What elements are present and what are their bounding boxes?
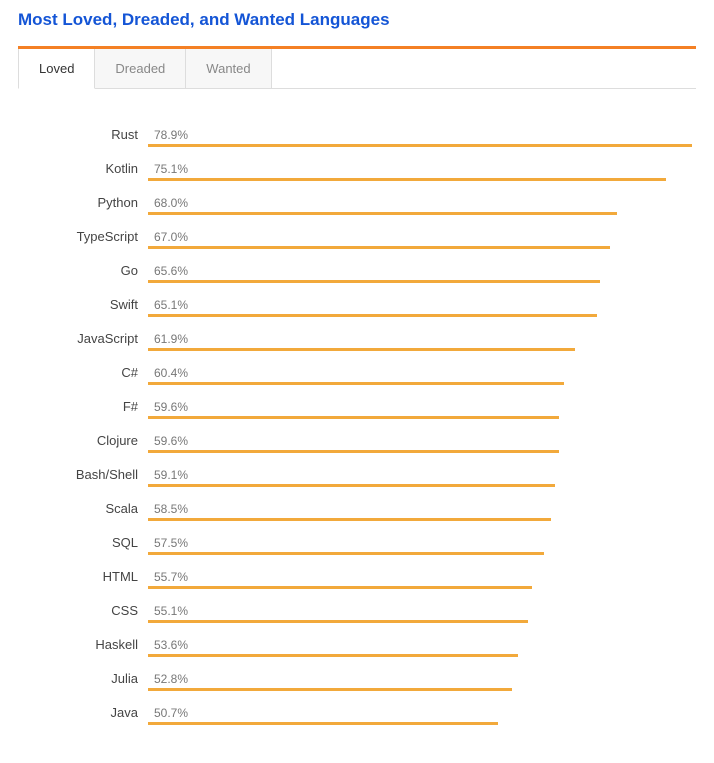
- chart-row-label: HTML: [13, 569, 138, 585]
- chart-value-label: 55.1%: [148, 603, 692, 619]
- chart-row: CSS55.1%: [148, 603, 692, 623]
- chart-row-label: Bash/Shell: [13, 467, 138, 483]
- chart-row-label: C#: [13, 365, 138, 381]
- chart-row: F#59.6%: [148, 399, 692, 419]
- chart-bar: [148, 280, 600, 283]
- chart-row-label: Swift: [13, 297, 138, 313]
- chart-row-label: Java: [13, 705, 138, 721]
- chart-bar: [148, 144, 692, 147]
- chart-bar: [148, 416, 559, 419]
- chart-row-label: Python: [13, 195, 138, 211]
- chart-row-label: Rust: [13, 127, 138, 143]
- chart-row: Java50.7%: [148, 705, 692, 725]
- chart-row: Go65.6%: [148, 263, 692, 283]
- chart-bar-wrap: 53.6%: [148, 637, 692, 657]
- chart-bar: [148, 654, 518, 657]
- chart-bar: [148, 348, 575, 351]
- chart-bar: [148, 586, 532, 589]
- chart-bar-wrap: 68.0%: [148, 195, 692, 215]
- chart-row-label: Clojure: [13, 433, 138, 449]
- chart-bar: [148, 688, 512, 691]
- chart-bar-wrap: 58.5%: [148, 501, 692, 521]
- chart-bar-wrap: 78.9%: [148, 127, 692, 147]
- chart-bar: [148, 178, 666, 181]
- chart-bar: [148, 484, 555, 487]
- chart-row-label: F#: [13, 399, 138, 415]
- chart-bar-wrap: 55.1%: [148, 603, 692, 623]
- chart-row-label: Haskell: [13, 637, 138, 653]
- chart-row-label: SQL: [13, 535, 138, 551]
- chart-bar-wrap: 55.7%: [148, 569, 692, 589]
- chart-row-label: TypeScript: [13, 229, 138, 245]
- chart-value-label: 61.9%: [148, 331, 692, 347]
- chart-row: SQL57.5%: [148, 535, 692, 555]
- chart-row: Kotlin75.1%: [148, 161, 692, 181]
- tab-loved[interactable]: Loved: [18, 49, 95, 89]
- section-title: Most Loved, Dreaded, and Wanted Language…: [18, 10, 696, 30]
- chart-row: Swift65.1%: [148, 297, 692, 317]
- chart-value-label: 65.6%: [148, 263, 692, 279]
- chart-value-label: 58.5%: [148, 501, 692, 517]
- tab-wanted[interactable]: Wanted: [186, 49, 271, 88]
- chart-bar-wrap: 60.4%: [148, 365, 692, 385]
- chart-value-label: 65.1%: [148, 297, 692, 313]
- chart-bar-wrap: 65.1%: [148, 297, 692, 317]
- chart-bar: [148, 382, 564, 385]
- chart-value-label: 75.1%: [148, 161, 692, 177]
- chart-bar-wrap: 57.5%: [148, 535, 692, 555]
- chart-bar-wrap: 50.7%: [148, 705, 692, 725]
- chart-bar-wrap: 52.8%: [148, 671, 692, 691]
- chart-row: Rust78.9%: [148, 127, 692, 147]
- tabs-container: LovedDreadedWanted: [18, 46, 696, 89]
- chart-row-label: JavaScript: [13, 331, 138, 347]
- chart-bar-wrap: 67.0%: [148, 229, 692, 249]
- chart-row-label: Julia: [13, 671, 138, 687]
- chart-value-label: 57.5%: [148, 535, 692, 551]
- chart-row-label: Kotlin: [13, 161, 138, 177]
- chart-row: TypeScript67.0%: [148, 229, 692, 249]
- chart-row: Bash/Shell59.1%: [148, 467, 692, 487]
- chart-value-label: 67.0%: [148, 229, 692, 245]
- chart-bar: [148, 518, 551, 521]
- tab-dreaded[interactable]: Dreaded: [95, 49, 186, 88]
- chart-value-label: 55.7%: [148, 569, 692, 585]
- chart-value-label: 52.8%: [148, 671, 692, 687]
- chart-bar-wrap: 75.1%: [148, 161, 692, 181]
- chart-bar: [148, 246, 610, 249]
- chart-bar-wrap: 59.6%: [148, 433, 692, 453]
- chart-row: Scala58.5%: [148, 501, 692, 521]
- chart-row: Python68.0%: [148, 195, 692, 215]
- chart-value-label: 53.6%: [148, 637, 692, 653]
- chart-bar: [148, 722, 498, 725]
- chart-row: Haskell53.6%: [148, 637, 692, 657]
- chart-row: Clojure59.6%: [148, 433, 692, 453]
- chart-value-label: 68.0%: [148, 195, 692, 211]
- chart-bar-wrap: 59.1%: [148, 467, 692, 487]
- chart-value-label: 78.9%: [148, 127, 692, 143]
- bar-chart: Rust78.9% Kotlin75.1% Python68.0% TypeScrip…: [18, 127, 696, 725]
- chart-row: C#60.4%: [148, 365, 692, 385]
- chart-bar: [148, 620, 528, 623]
- chart-row: JavaScript61.9%: [148, 331, 692, 351]
- chart-bar: [148, 552, 544, 555]
- chart-value-label: 59.6%: [148, 433, 692, 449]
- chart-bar-wrap: 61.9%: [148, 331, 692, 351]
- chart-bar: [148, 212, 617, 215]
- chart-bar: [148, 314, 597, 317]
- chart-value-label: 59.6%: [148, 399, 692, 415]
- chart-row-label: CSS: [13, 603, 138, 619]
- chart-bar-wrap: 59.6%: [148, 399, 692, 419]
- chart-value-label: 59.1%: [148, 467, 692, 483]
- chart-bar-wrap: 65.6%: [148, 263, 692, 283]
- chart-row-label: Scala: [13, 501, 138, 517]
- chart-value-label: 50.7%: [148, 705, 692, 721]
- chart-value-label: 60.4%: [148, 365, 692, 381]
- chart-bar: [148, 450, 559, 453]
- chart-row: Julia52.8%: [148, 671, 692, 691]
- chart-row: HTML55.7%: [148, 569, 692, 589]
- chart-row-label: Go: [13, 263, 138, 279]
